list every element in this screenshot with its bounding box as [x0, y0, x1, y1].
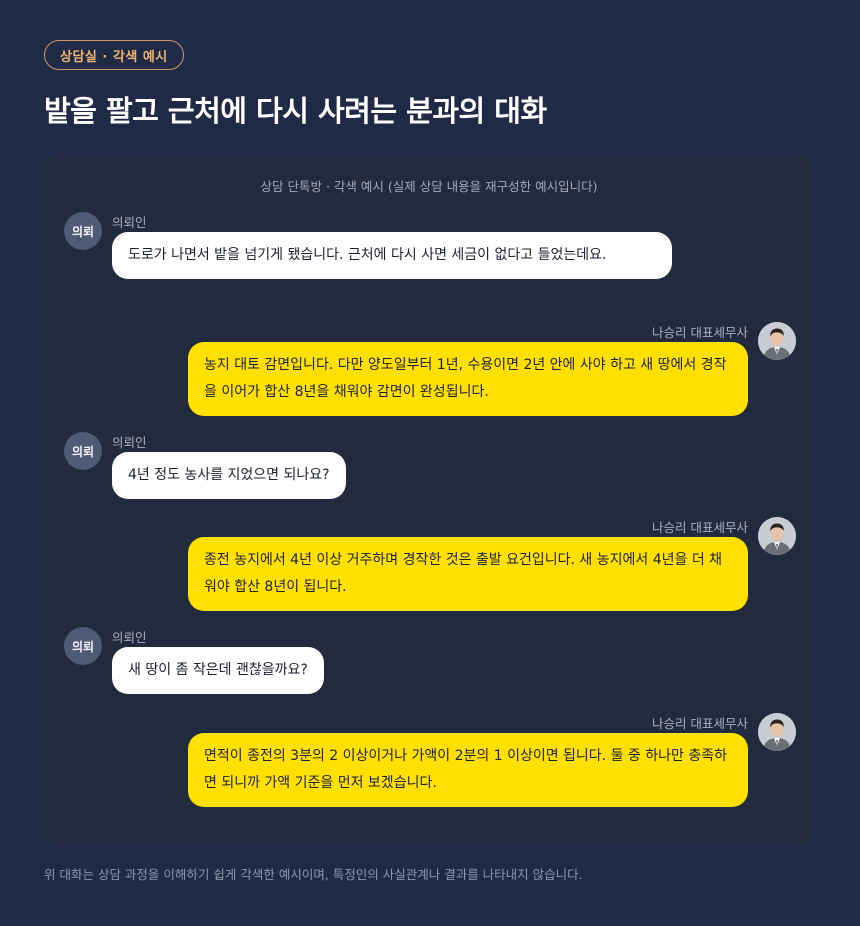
advisor-avatar [758, 517, 796, 555]
message-bubble: 새 땅이 좀 작은데 괜찮을까요? [112, 647, 324, 694]
message-bubble: 4년 정도 농사를 지었으면 되나요? [112, 452, 346, 499]
sender-name: 의뢰인 [112, 630, 147, 645]
chat-header: 상담 단톡방 · 각색 예시 (실제 상담 내용을 재구성한 예시입니다) [260, 179, 598, 194]
sender-name: 의뢰인 [112, 435, 147, 450]
section-badge: 상담실 · 각색 예시 [44, 40, 184, 70]
advisor-avatar [758, 322, 796, 360]
page: 상담실 · 각색 예시 밭을 팔고 근처에 다시 사려는 분과의 대화 상담 단… [0, 0, 860, 926]
disclaimer-text: 위 대화는 상담 과정을 이해하기 쉽게 각색한 예시이며, 특정인의 사실관계… [44, 867, 583, 882]
person-icon [758, 713, 796, 751]
chat-message-client: 의뢰 의뢰인 4년 정도 농사를 지었으면 되나요? [64, 432, 424, 502]
message-bubble: 면적이 종전의 3분의 2 이상이거나 가액이 2분의 1 이상이면 됩니다. … [188, 733, 748, 807]
person-icon [758, 517, 796, 555]
client-avatar: 의뢰 [64, 432, 102, 470]
chat-message-advisor: 나승리 대표세무사 농지 대토 감면입니다. 다만 양도일부터 1년, 수용이면… [188, 322, 796, 418]
advisor-avatar [758, 713, 796, 751]
sender-name: 나승리 대표세무사 [652, 716, 748, 731]
chat-message-advisor: 나승리 대표세무사 종전 농지에서 4년 이상 거주하며 경작한 것은 출발 요… [188, 517, 796, 613]
sender-name: 나승리 대표세무사 [652, 520, 748, 535]
chat-message-client: 의뢰 의뢰인 도로가 나면서 밭을 넘기게 됐습니다. 근처에 다시 사면 세금… [64, 212, 704, 308]
message-bubble: 농지 대토 감면입니다. 다만 양도일부터 1년, 수용이면 2년 안에 사야 … [188, 342, 748, 416]
page-title: 밭을 팔고 근처에 다시 사려는 분과의 대화 [44, 94, 547, 128]
client-avatar: 의뢰 [64, 627, 102, 665]
message-bubble: 종전 농지에서 4년 이상 거주하며 경작한 것은 출발 요건입니다. 새 농지… [188, 537, 748, 611]
person-icon [758, 322, 796, 360]
message-bubble: 도로가 나면서 밭을 넘기게 됐습니다. 근처에 다시 사면 세금이 없다고 들… [112, 232, 672, 279]
chat-message-advisor: 나승리 대표세무사 면적이 종전의 3분의 2 이상이거나 가액이 2분의 1 … [188, 713, 796, 809]
sender-name: 의뢰인 [112, 215, 147, 230]
sender-name: 나승리 대표세무사 [652, 325, 748, 340]
chat-message-client: 의뢰 의뢰인 새 땅이 좀 작은데 괜찮을까요? [64, 627, 424, 697]
chat-panel: 상담 단톡방 · 각색 예시 (실제 상담 내용을 재구성한 예시입니다) 의뢰… [44, 154, 814, 846]
client-avatar: 의뢰 [64, 212, 102, 250]
